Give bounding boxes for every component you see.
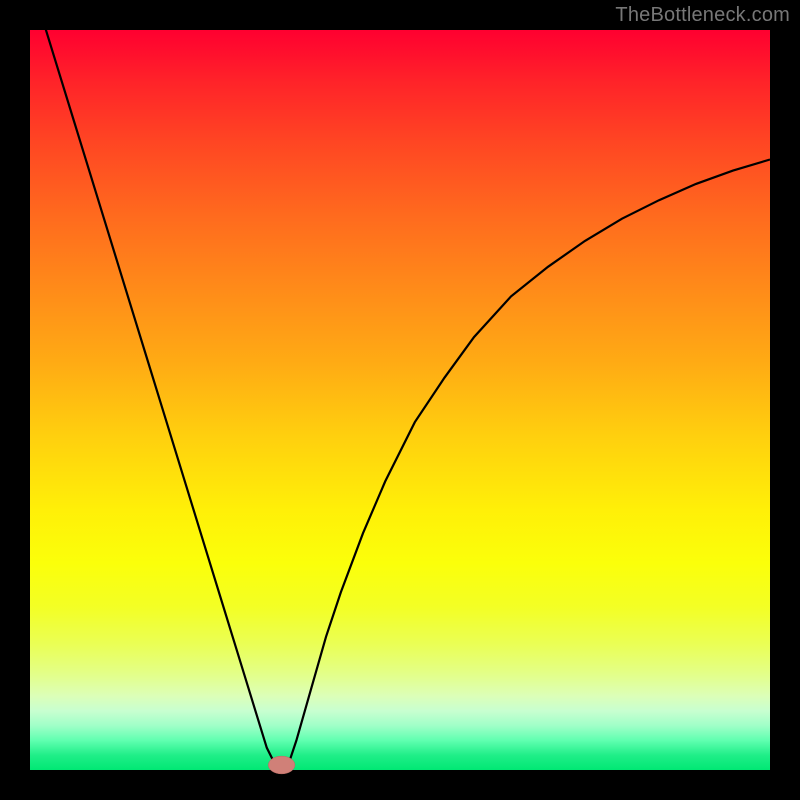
optimum-marker xyxy=(268,756,295,774)
watermark-text: TheBottleneck.com xyxy=(615,4,790,27)
chart-plot-area xyxy=(30,30,770,770)
bottleneck-curve xyxy=(30,0,770,770)
chart-svg xyxy=(30,30,770,770)
